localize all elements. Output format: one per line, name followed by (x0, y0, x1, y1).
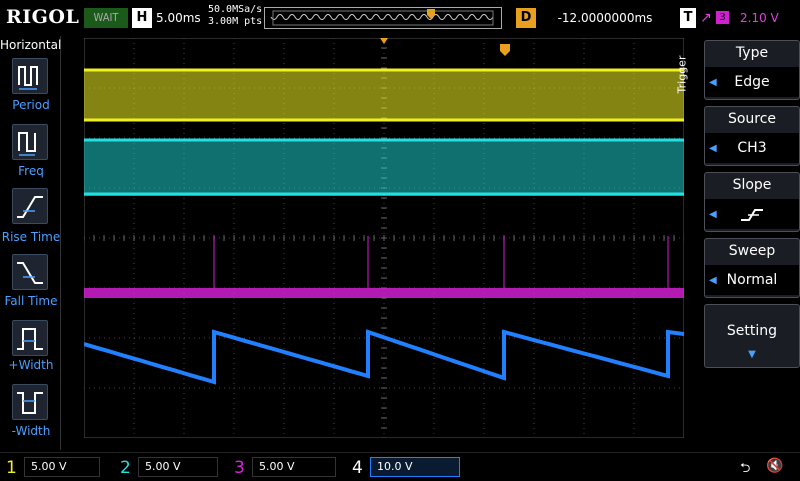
channel-2-number[interactable]: 2 (120, 455, 131, 481)
trigger-source-menu[interactable]: Source CH3 ◀ (704, 106, 800, 166)
usb-icon: ⮌ (740, 461, 751, 476)
freq-button[interactable] (12, 124, 48, 160)
timebase-value[interactable]: 5.00ms (156, 8, 201, 28)
trigger-setting-title: Setting (726, 323, 778, 339)
trigger-label: T (680, 8, 696, 28)
waveform-graticule (70, 37, 696, 439)
down-arrow-icon: ▼ (748, 349, 756, 360)
trigger-sweep-title: Sweep (728, 243, 776, 259)
left-arrow-icon: ◀ (709, 143, 717, 154)
channel-2-scale[interactable]: 5.00 V (138, 457, 218, 477)
measure-panel-title: Horizontal (0, 38, 62, 52)
trigger-sweep-menu[interactable]: Sweep Normal ◀ (704, 238, 800, 298)
trigger-menu-panel: Trigger Type Edge ◀ Source CH3 ◀ Slope ◀… (675, 38, 800, 450)
memory-overview-graphic (270, 9, 494, 26)
channel-2-scale-text: 5.00 V (145, 460, 181, 473)
channel-1-scale-text: 5.00 V (31, 460, 67, 473)
trigger-level-value[interactable]: 2.10 V (740, 8, 779, 28)
positive-width-button[interactable] (12, 320, 48, 356)
delay-label: D (516, 8, 536, 28)
trigger-position-icon (427, 9, 435, 19)
channel-3-scale-text: 5.00 V (259, 460, 295, 473)
memory-depth: 3.00M pts (208, 16, 263, 27)
trigger-slope-menu[interactable]: Slope ◀ (704, 172, 800, 232)
waveform-display[interactable] (70, 37, 696, 439)
trigger-source-title: Source (727, 111, 777, 127)
period-icon (18, 66, 38, 90)
channel-2-trace (84, 140, 684, 196)
trigger-slope-title: Slope (732, 177, 772, 193)
brand-logo: RIGOL (6, 6, 80, 28)
trigger-sweep-value: Normal (705, 265, 799, 295)
trigger-setting-menu[interactable]: Setting ▼ (704, 304, 800, 368)
negative-width-button[interactable] (12, 384, 48, 420)
measure-panel: Horizontal Period Freq Rise Time Fall Ti… (0, 36, 61, 450)
delay-value[interactable]: -12.0000000ms (540, 8, 670, 28)
period-button[interactable] (12, 58, 48, 94)
run-state-badge[interactable]: WAIT (84, 8, 128, 28)
fall-time-icon (17, 262, 43, 284)
left-arrow-icon: ◀ (709, 209, 717, 220)
rise-time-icon (17, 196, 43, 218)
fall-time-button[interactable] (12, 254, 48, 290)
channel-4-scale[interactable]: 10.0 V (370, 457, 460, 477)
rising-edge-icon: ↗ (700, 10, 712, 26)
top-status-bar: RIGOL WAIT H 5.00ms 50.0MSa/s 3.00M pts … (0, 0, 800, 36)
left-arrow-icon: ◀ (709, 77, 717, 88)
channel-1-scale[interactable]: 5.00 V (24, 457, 100, 477)
trigger-type-value: Edge (705, 67, 799, 97)
channel-status-bar: 1 5.00 V 2 5.00 V 3 5.00 V 4 10.0 V ⮌ 🔇 (0, 452, 800, 481)
freq-icon (18, 132, 36, 156)
negative-width-icon (17, 392, 43, 414)
channel-3-scale[interactable]: 5.00 V (252, 457, 336, 477)
channel-3-number[interactable]: 3 (234, 455, 245, 481)
channel-4-scale-text: 10.0 V (377, 460, 413, 473)
positive-width-icon (17, 328, 43, 350)
left-arrow-icon: ◀ (709, 275, 717, 286)
memory-overview[interactable] (264, 7, 502, 29)
speaker-muted-icon[interactable]: 🔇 (766, 458, 783, 474)
rising-slope-icon (741, 209, 763, 221)
trigger-type-menu[interactable]: Type Edge ◀ (704, 40, 800, 100)
period-label: Period (12, 98, 50, 112)
negative-width-label: -Width (11, 424, 51, 438)
channel-4-number[interactable]: 4 (352, 455, 363, 481)
acquisition-info: 50.0MSa/s 3.00M pts (208, 4, 262, 28)
rise-time-label: Rise Time (1, 230, 61, 244)
trigger-section-label: Trigger (675, 55, 689, 94)
trigger-type-title: Type (735, 45, 769, 61)
freq-label: Freq (18, 164, 44, 178)
trigger-source-value: CH3 (705, 133, 799, 163)
rise-time-button[interactable] (12, 188, 48, 224)
channel-1-trace (84, 70, 684, 120)
fall-time-label: Fall Time (4, 294, 58, 308)
horizontal-label: H (132, 8, 152, 28)
channel-1-number[interactable]: 1 (6, 455, 17, 481)
positive-width-label: +Width (8, 358, 54, 372)
trigger-source-badge: 3 (716, 11, 729, 24)
channel-3-trace (84, 288, 684, 298)
trigger-slope-value (705, 199, 799, 229)
sample-rate: 50.0MSa/s (208, 4, 263, 15)
